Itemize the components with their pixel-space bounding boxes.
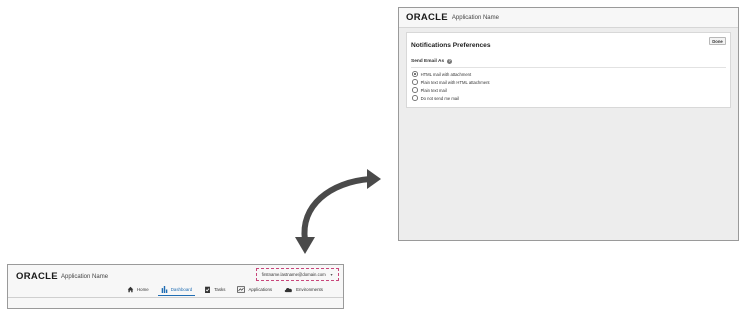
page-title: Notifications Preferences [411, 42, 491, 49]
section-label-text: Send Email As [411, 59, 445, 64]
radio-label: Plain text mail [420, 87, 447, 93]
help-icon[interactable]: ? [447, 59, 453, 64]
app-name: Application Name [61, 274, 109, 280]
radio-option-plain-text[interactable]: Plain text mail [412, 86, 490, 94]
nav-label: Dashboard [170, 287, 193, 292]
notifications-panel: Notifications Preferences Done Send Emai… [406, 32, 731, 108]
notifications-window: ORACLE Application Name Notifications Pr… [398, 7, 739, 241]
oracle-logo: ORACLE [406, 12, 448, 23]
nav-label: Environments [296, 287, 323, 292]
home-icon [127, 286, 134, 293]
send-email-as-label: Send Email As ? [411, 59, 453, 64]
radio-button[interactable] [412, 95, 418, 101]
nav-item-dashboard[interactable]: Dashboard [157, 284, 196, 296]
nav-item-environments[interactable]: Environments [283, 284, 324, 295]
user-menu-button[interactable]: firstname.lastname@domain.com ▼ [256, 268, 339, 281]
nav-label: Home [137, 287, 149, 292]
section-divider [411, 67, 726, 68]
radio-option-plain-text-html-attachment[interactable]: Plain text mail with HTML attachment [412, 78, 490, 86]
curved-arrow-icon [295, 169, 381, 254]
radio-label: Do not send me mail [420, 95, 459, 101]
cloud-icon [284, 288, 293, 293]
radio-button[interactable] [412, 79, 418, 85]
radio-button[interactable] [412, 87, 418, 93]
nav-label: Applications [248, 287, 273, 292]
user-email: firstname.lastname@domain.com [261, 272, 326, 277]
window-header: ORACLE Application Name [399, 8, 738, 28]
clipboard-check-icon [205, 286, 211, 293]
app-name: Application Name [451, 14, 499, 21]
dashboard-window: ORACLE Application Name firstname.lastna… [7, 264, 344, 309]
oracle-logo: ORACLE [16, 271, 58, 282]
radio-button[interactable] [412, 71, 418, 77]
nav-item-applications[interactable]: Applications [236, 284, 273, 295]
nav-label: Tasks [214, 287, 226, 292]
nav-divider [8, 297, 343, 298]
radio-label: Plain text mail with HTML attachment [420, 79, 490, 85]
radio-label: HTML mail with attachment [420, 71, 472, 77]
email-format-options: HTML mail with attachment Plain text mai… [412, 70, 490, 102]
main-nav: Home Dashboard Tasks Applications Enviro… [126, 284, 334, 296]
nav-item-tasks[interactable]: Tasks [203, 284, 226, 295]
chevron-down-icon: ▼ [329, 272, 334, 277]
done-button[interactable]: Done [709, 37, 726, 45]
applications-icon [237, 286, 246, 293]
bar-chart-icon [161, 286, 168, 293]
radio-option-no-mail[interactable]: Do not send me mail [412, 94, 490, 102]
radio-option-html-attachment[interactable]: HTML mail with attachment [412, 70, 490, 78]
nav-item-home[interactable]: Home [126, 284, 150, 295]
